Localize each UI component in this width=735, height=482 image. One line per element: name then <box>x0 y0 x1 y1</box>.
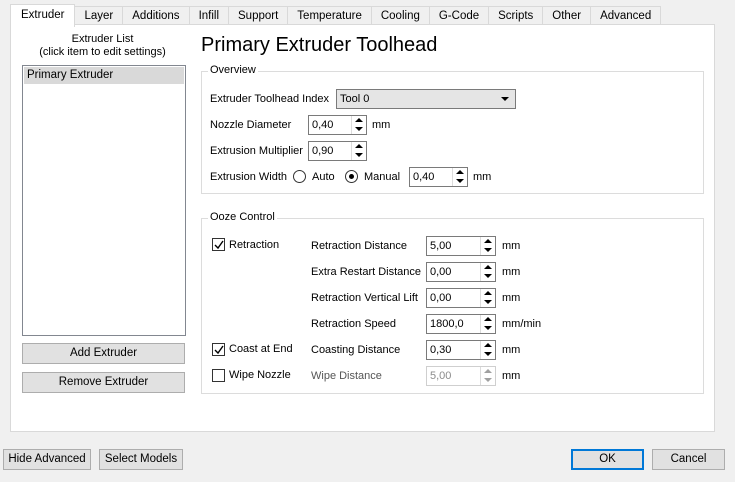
page-title: Primary Extruder Toolhead <box>201 34 438 56</box>
coast-at-end-checkbox-label: Coast at End <box>229 343 293 355</box>
extra-restart-distance-label: Extra Restart Distance <box>311 266 422 278</box>
retraction-distance-unit: mm <box>502 240 521 252</box>
extruder-list-title: Extruder List (click item to edit settin… <box>11 33 194 59</box>
coast-at-end-checkbox[interactable] <box>212 343 225 356</box>
extrusion-width-label: Extrusion Width <box>210 171 288 183</box>
spin-arrows-icon[interactable] <box>480 263 495 281</box>
tab-scripts[interactable]: Scripts <box>489 6 544 26</box>
extrusion-width-spinbox[interactable]: 0,40 <box>409 167 468 187</box>
tab-layer[interactable]: Layer <box>75 6 124 26</box>
list-item-primary-extruder[interactable]: Primary Extruder <box>24 67 184 84</box>
extra-restart-distance-value: 0,00 <box>430 266 452 278</box>
select-models-button[interactable]: Select Models <box>99 449 183 470</box>
overview-group: Overview Extruder Toolhead Index Tool 0 … <box>201 64 704 194</box>
coasting-distance-value: 0,30 <box>430 344 452 356</box>
remove-extruder-button[interactable]: Remove Extruder <box>22 372 185 393</box>
add-extruder-button[interactable]: Add Extruder <box>22 343 185 364</box>
tab-bar: Extruder Layer Additions Infill Support … <box>10 4 662 27</box>
spin-arrows-icon[interactable] <box>480 289 495 307</box>
coasting-distance-unit: mm <box>502 344 521 356</box>
chevron-down-icon <box>501 97 509 101</box>
width-manual-radio[interactable] <box>345 170 358 183</box>
tab-additions[interactable]: Additions <box>123 6 190 26</box>
wipe-distance-label: Wipe Distance <box>311 370 382 382</box>
retraction-distance-value: 5,00 <box>430 240 452 252</box>
wipe-distance-value: 5,00 <box>430 370 452 382</box>
extrusion-width-value: 0,40 <box>413 171 435 183</box>
toolhead-index-select[interactable]: Tool 0 <box>336 89 516 109</box>
retraction-speed-spinbox[interactable]: 1800,0 <box>426 314 496 334</box>
extrusion-multiplier-value: 0,90 <box>312 145 334 157</box>
coasting-distance-spinbox[interactable]: 0,30 <box>426 340 496 360</box>
retraction-vertical-lift-spinbox[interactable]: 0,00 <box>426 288 496 308</box>
tab-infill[interactable]: Infill <box>189 6 230 26</box>
retraction-vertical-lift-unit: mm <box>502 292 521 304</box>
retraction-checkbox[interactable] <box>212 238 225 251</box>
tab-support[interactable]: Support <box>229 6 289 26</box>
tab-temperature[interactable]: Temperature <box>288 6 372 26</box>
wipe-distance-unit: mm <box>502 370 521 382</box>
spin-arrows-icon[interactable] <box>351 142 366 160</box>
nozzle-diameter-value: 0,40 <box>312 119 334 131</box>
nozzle-diameter-spinbox[interactable]: 0,40 <box>308 115 367 135</box>
width-auto-radio[interactable] <box>293 170 306 183</box>
tab-gcode[interactable]: G-Code <box>429 6 490 26</box>
spin-arrows-icon[interactable] <box>452 168 467 186</box>
cancel-button[interactable]: Cancel <box>652 449 725 470</box>
spin-arrows-icon[interactable] <box>480 315 495 333</box>
wipe-nozzle-checkbox[interactable] <box>212 369 225 382</box>
retraction-speed-label: Retraction Speed <box>311 318 396 330</box>
retraction-checkbox-label: Retraction <box>229 239 280 251</box>
retraction-distance-label: Retraction Distance <box>311 240 407 252</box>
hide-advanced-button[interactable]: Hide Advanced <box>3 449 91 470</box>
tab-cooling[interactable]: Cooling <box>371 6 430 26</box>
spin-arrows-icon <box>480 367 495 385</box>
retraction-vertical-lift-label: Retraction Vertical Lift <box>311 292 418 304</box>
extrusion-multiplier-label: Extrusion Multiplier <box>210 145 303 157</box>
overview-group-title: Overview <box>208 64 258 76</box>
wipe-nozzle-checkbox-label: Wipe Nozzle <box>229 369 291 381</box>
tab-advanced[interactable]: Advanced <box>591 6 662 26</box>
wipe-distance-spinbox: 5,00 <box>426 366 496 386</box>
retraction-vertical-lift-value: 0,00 <box>430 292 452 304</box>
extruder-listbox[interactable]: Primary Extruder <box>22 65 186 336</box>
extrusion-multiplier-spinbox[interactable]: 0,90 <box>308 141 367 161</box>
width-manual-label: Manual <box>364 171 401 183</box>
ooze-control-group-title: Ooze Control <box>208 211 277 223</box>
width-auto-label: Auto <box>312 171 335 183</box>
tab-other[interactable]: Other <box>543 6 592 26</box>
checkmark-icon <box>214 345 224 355</box>
coasting-distance-label: Coasting Distance <box>311 344 401 356</box>
extrusion-width-unit: mm <box>473 171 492 183</box>
spin-arrows-icon[interactable] <box>351 116 366 134</box>
ok-button[interactable]: OK <box>571 449 644 470</box>
extruder-list-hint: (click item to edit settings) <box>39 46 166 58</box>
checkmark-icon <box>214 240 224 250</box>
extra-restart-distance-spinbox[interactable]: 0,00 <box>426 262 496 282</box>
nozzle-diameter-label: Nozzle Diameter <box>210 119 292 131</box>
extruder-list-heading: Extruder List <box>71 33 134 45</box>
toolhead-index-value: Tool 0 <box>340 93 370 105</box>
tab-extruder[interactable]: Extruder <box>10 4 76 27</box>
retraction-distance-spinbox[interactable]: 5,00 <box>426 236 496 256</box>
extra-restart-distance-unit: mm <box>502 266 521 278</box>
spin-arrows-icon[interactable] <box>480 237 495 255</box>
spin-arrows-icon[interactable] <box>480 341 495 359</box>
nozzle-diameter-unit: mm <box>372 119 391 131</box>
tab-panel: Extruder List (click item to edit settin… <box>10 24 715 432</box>
retraction-speed-value: 1800,0 <box>430 318 464 330</box>
toolhead-index-label: Extruder Toolhead Index <box>210 93 330 105</box>
ooze-control-group: Ooze Control Retraction Coast at End Wip… <box>201 211 704 394</box>
retraction-speed-unit: mm/min <box>502 318 542 330</box>
